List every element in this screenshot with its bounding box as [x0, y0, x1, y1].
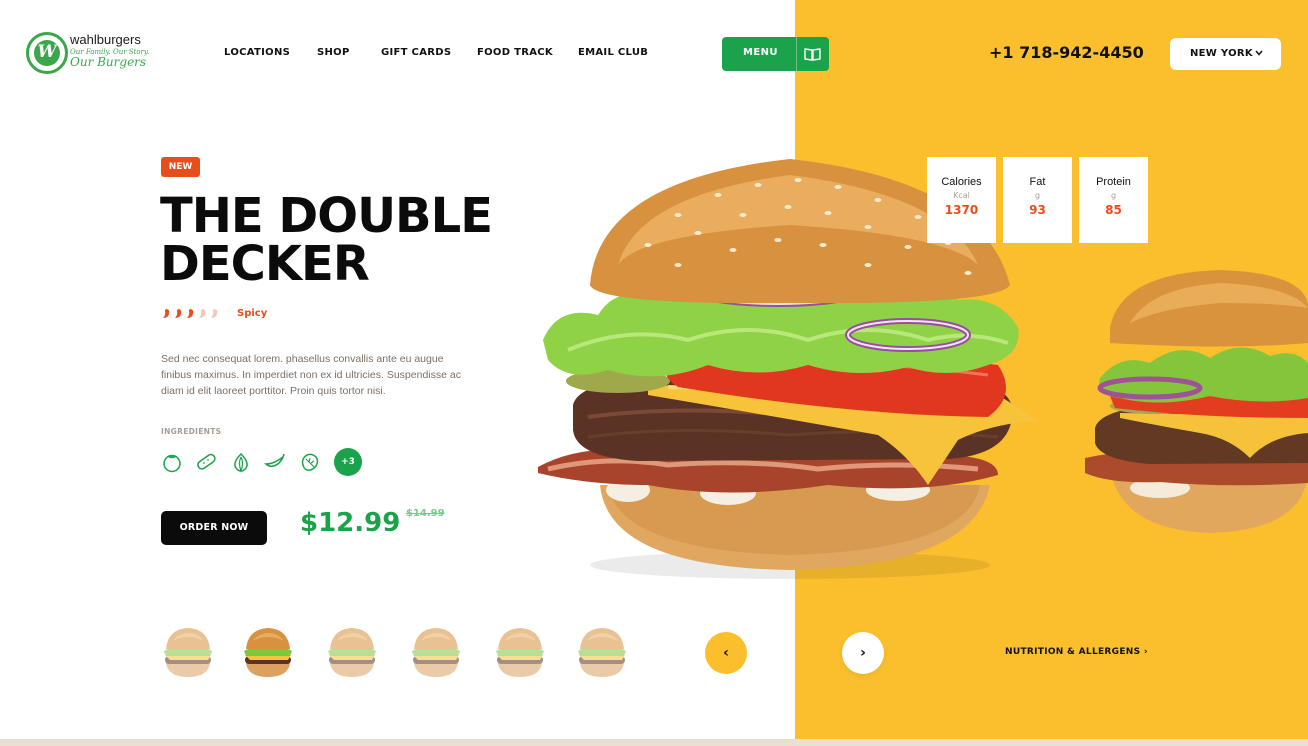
open-book-icon — [804, 48, 821, 61]
burger-thumb-3[interactable] — [324, 625, 380, 681]
nav-food-track[interactable]: FOOD TRACK — [477, 47, 553, 61]
brand-logo[interactable]: W wahlburgers Our Family. Our Story. Our… — [26, 30, 156, 76]
burger-thumb-4[interactable] — [408, 625, 464, 681]
nutrition-allergens-link[interactable]: NUTRITION & ALLERGENS › — [1005, 647, 1148, 657]
nav-shop[interactable]: SHOP — [317, 47, 350, 61]
onion-icon[interactable] — [230, 451, 252, 473]
city-selector[interactable]: NEW YORK — [1170, 38, 1281, 70]
carousel-next-button[interactable]: › — [842, 632, 884, 674]
chevron-down-icon — [1255, 50, 1263, 56]
product-description: Sed nec consequat lorem. phasellus conva… — [161, 353, 461, 397]
chili-filled-icon — [175, 307, 182, 318]
new-badge: NEW — [161, 157, 200, 177]
menu-button-divider — [796, 37, 797, 71]
product-title: THE DOUBLE DECKER — [160, 192, 540, 288]
nav-locations[interactable]: LOCATIONS — [224, 47, 290, 61]
nutrition-value: 93 — [1029, 203, 1046, 217]
burger-thumb-1[interactable] — [160, 625, 216, 681]
nutrition-value: 85 — [1105, 203, 1122, 217]
city-selector-label: NEW YORK — [1190, 48, 1253, 59]
chili-filled-icon — [163, 307, 170, 318]
more-ingredients-button[interactable]: +3 — [334, 448, 362, 476]
chevron-left-icon: ‹ — [723, 645, 729, 661]
logo-emblem: W — [26, 32, 68, 74]
nutrition-card-protein: Protein g 85 — [1079, 157, 1148, 243]
chili-pepper-icon[interactable] — [264, 451, 286, 473]
chili-empty-icon — [199, 307, 206, 318]
page-bottom-edge — [0, 739, 1308, 746]
nutrition-name: Fat — [1029, 176, 1046, 188]
chevron-right-icon: › — [860, 645, 866, 661]
nutrition-value: 1370 — [944, 203, 979, 217]
nutrition-unit: Kcal — [953, 191, 970, 200]
spice-label: Spicy — [237, 308, 268, 319]
product-title-line-2: DECKER — [160, 236, 370, 292]
nutrition-card-shape — [927, 157, 996, 243]
burger-thumb-5[interactable] — [492, 625, 548, 681]
nutrition-card-shape — [1003, 157, 1072, 243]
phone-number[interactable]: +1 718-942-4450 — [989, 43, 1144, 62]
nav-email-club[interactable]: EMAIL CLUB — [578, 47, 648, 61]
product-title-line-1: THE DOUBLE — [160, 188, 493, 244]
chili-filled-icon — [187, 307, 194, 318]
current-price: $12.99 — [300, 508, 401, 538]
pickle-icon[interactable] — [195, 451, 217, 473]
next-burger-preview — [1085, 270, 1308, 533]
nav-gift-cards[interactable]: GIFT CARDS — [381, 47, 451, 61]
ingredients-heading: INGREDIENTS — [161, 427, 222, 436]
nutrition-card-calories: Calories Kcal 1370 — [927, 157, 996, 243]
burger-thumb-6[interactable] — [574, 625, 630, 681]
tomato-icon[interactable] — [161, 451, 183, 473]
nutrition-name: Calories — [941, 176, 982, 188]
logo-name: wahlburgers — [70, 32, 141, 47]
logo-tagline-script: Our Burgers — [70, 55, 147, 69]
nutrition-unit: g — [1110, 191, 1117, 200]
old-price: $14.99 — [406, 508, 445, 519]
menu-button[interactable]: MENU — [722, 37, 829, 71]
spice-rating — [161, 306, 219, 319]
nutrition-card-fat: Fat g 93 — [1003, 157, 1072, 243]
menu-button-label: MENU — [743, 47, 778, 58]
order-now-button[interactable]: ORDER NOW — [161, 511, 267, 545]
lettuce-icon[interactable] — [299, 451, 321, 473]
chili-empty-icon — [211, 307, 218, 318]
burger-thumb-2[interactable] — [240, 625, 296, 681]
nutrition-unit: g — [1034, 191, 1041, 200]
nutrition-card-shape — [1079, 157, 1148, 243]
carousel-prev-button[interactable]: ‹ — [705, 632, 747, 674]
nutrition-name: Protein — [1096, 176, 1131, 188]
